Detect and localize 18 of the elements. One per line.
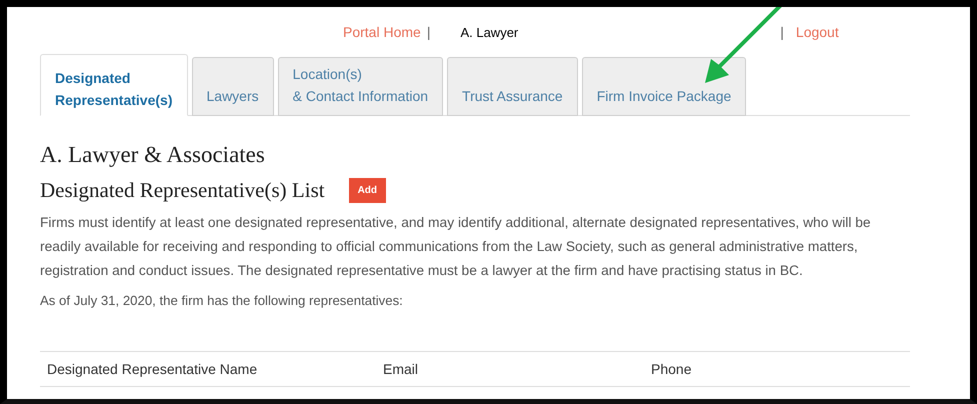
column-header: Email (382, 361, 420, 377)
tab[interactable]: Firm Invoice Package (582, 57, 746, 116)
add-button[interactable]: Add (348, 178, 386, 203)
column-header: Phone (650, 361, 692, 377)
tab[interactable]: Trust Assurance (447, 57, 578, 116)
column-header: Designated Representative Name (46, 361, 258, 377)
user-name: A. Lawyer (460, 24, 518, 40)
description-text: Firms must identify at least one designated representative, and may identify additional, alternate designated representatives, who will be readily available for receiving and responding to official communications from the Law Society, such as general administrative matters, registration and conduct issues. The designated representative must be a lawyer at the firm and have practising status in BC. (40, 214, 872, 280)
tab[interactable]: Lawyers (192, 57, 274, 116)
separator-text: | (426, 24, 430, 40)
nav-link[interactable]: Logout (796, 24, 839, 40)
tab[interactable]: Location(s) & Contact Information (278, 57, 444, 116)
nav-link[interactable]: Portal Home (343, 24, 421, 40)
separator-text: | (780, 24, 784, 40)
section-title: Designated Representative(s) List (40, 178, 325, 203)
as-of-text: As of July 31, 2020, the firm has the following representatives: (40, 292, 404, 310)
tab[interactable]: Designated Representative(s) (40, 54, 188, 116)
firm-name: A. Lawyer & Associates (40, 142, 266, 168)
